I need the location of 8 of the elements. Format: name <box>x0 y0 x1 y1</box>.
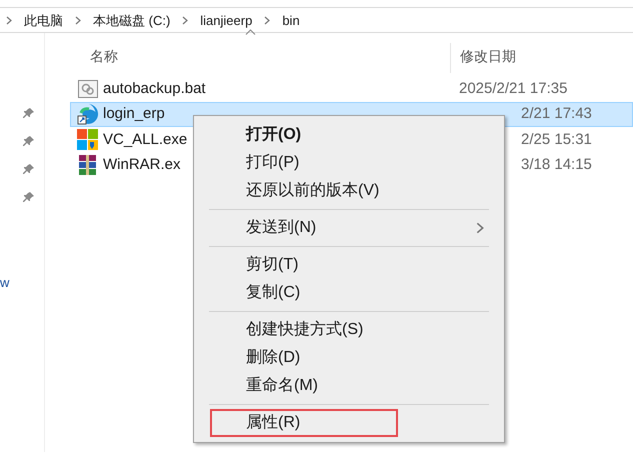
file-date: 2/25 15:31 <box>520 130 592 150</box>
file-name: login_erp <box>103 105 165 122</box>
file-name: autobackup.bat <box>103 80 206 96</box>
file-name: WinRAR.ex <box>103 156 181 173</box>
file-date: 2025/2/21 17:35 <box>458 78 568 98</box>
file-date: 3/18 14:15 <box>520 155 592 175</box>
file-date: 2/21 17:43 <box>520 104 592 124</box>
file-name: VC_ALL.exe <box>103 130 188 148</box>
